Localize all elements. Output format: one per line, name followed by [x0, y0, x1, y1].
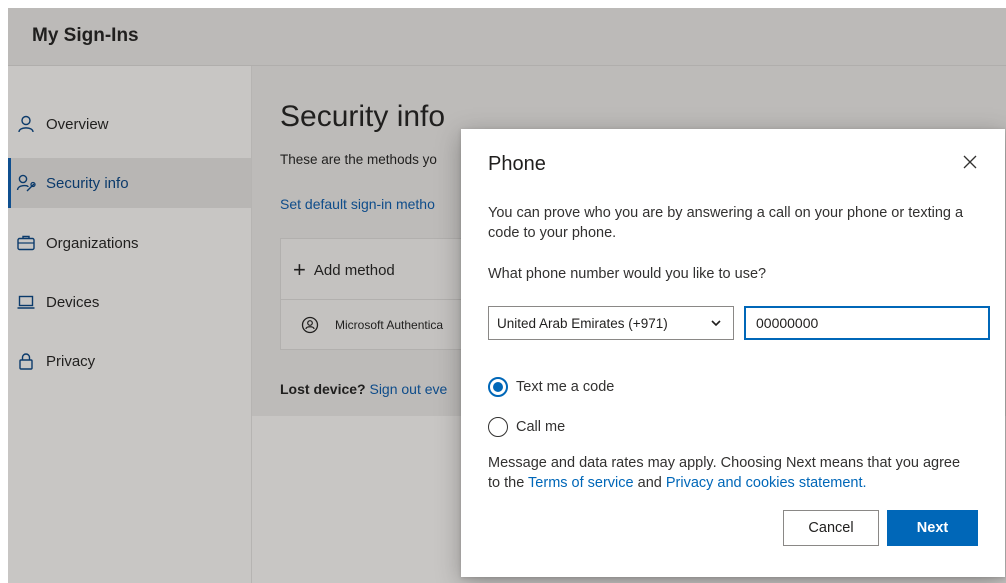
radio-label: Text me a code [516, 379, 615, 395]
laptop-icon [16, 292, 36, 312]
close-icon[interactable] [961, 153, 979, 171]
dialog-intro: You can prove who you are by answering a… [488, 205, 964, 241]
sidebar-item-label: Organizations [46, 234, 139, 252]
radio-button[interactable] [488, 417, 508, 437]
briefcase-icon [16, 233, 36, 253]
lost-device: Lost device? Sign out eve [280, 381, 447, 397]
sidebar: Overview Security info Organizations Dev… [8, 66, 252, 583]
country-code-select[interactable]: United Arab Emirates (+971) [488, 306, 734, 340]
authenticator-icon [301, 316, 319, 334]
method-label: Microsoft Authentica [335, 318, 444, 332]
next-button[interactable]: Next [887, 510, 978, 546]
phone-number-input[interactable] [744, 306, 990, 340]
radio-option-call[interactable]: Call me [488, 417, 565, 437]
radio-label: Call me [516, 419, 566, 435]
chevron-down-icon [709, 316, 723, 330]
set-default-method-link[interactable]: Set default sign-in metho [280, 196, 435, 212]
radio-option-text[interactable]: Text me a code [488, 377, 614, 397]
terms-of-service-link[interactable]: Terms of service [528, 475, 634, 491]
top-bar: My Sign-Ins [8, 8, 1006, 66]
cancel-button[interactable]: Cancel [783, 510, 879, 546]
country-select-value: United Arab Emirates (+971) [497, 315, 668, 331]
dialog-disclaimer: Message and data rates may apply. Choosi… [488, 453, 968, 493]
disclaimer-middle: and [633, 475, 666, 491]
radio-button-checked[interactable] [488, 377, 508, 397]
lock-icon [16, 351, 36, 371]
dialog-title: Phone [488, 153, 546, 175]
plus-icon: + [293, 257, 306, 282]
sidebar-item-overview[interactable]: Overview [8, 99, 251, 149]
sidebar-item-devices[interactable]: Devices [8, 277, 251, 327]
sidebar-item-security-info[interactable]: Security info [8, 158, 251, 208]
privacy-statement-link[interactable]: Privacy and cookies statement. [666, 475, 867, 491]
page-description: These are the methods yo [280, 152, 437, 167]
lost-device-prefix: Lost device? [280, 381, 366, 397]
app-title: My Sign-Ins [32, 25, 139, 46]
sidebar-item-organizations[interactable]: Organizations [8, 218, 251, 268]
person-key-icon [16, 173, 36, 193]
sidebar-item-label: Security info [46, 174, 129, 192]
person-icon [16, 114, 36, 134]
sidebar-item-label: Overview [46, 115, 109, 133]
phone-dialog: Phone You can prove who you are by answe… [461, 129, 1005, 577]
add-method-button[interactable]: + Add method [293, 259, 395, 281]
sidebar-item-label: Devices [46, 293, 100, 311]
sidebar-item-privacy[interactable]: Privacy [8, 336, 251, 386]
dialog-question: What phone number would you like to use? [488, 266, 767, 282]
add-method-label: Add method [313, 261, 395, 279]
page-title: Security info [280, 100, 446, 133]
sign-out-everywhere-link[interactable]: Sign out eve [369, 381, 447, 397]
sidebar-item-label: Privacy [46, 352, 96, 370]
